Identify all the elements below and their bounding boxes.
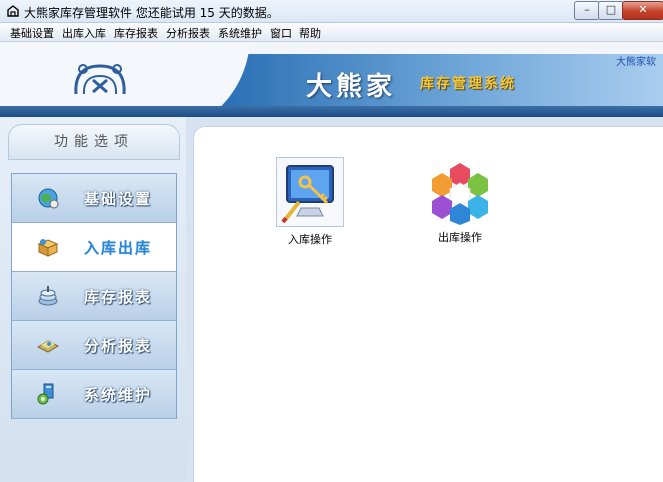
stack-report-icon (36, 284, 60, 308)
nav-item-basic-settings[interactable]: 基础设置 (12, 174, 176, 223)
close-button[interactable]: ✕ (622, 1, 663, 20)
menu-window[interactable]: 窗口 (270, 25, 292, 41)
panel-header: 功能选项 (8, 124, 180, 160)
globe-settings-icon (36, 186, 60, 210)
nav-label-stock-report: 库存报表 (84, 288, 153, 306)
nav-item-stock-report[interactable]: 库存报表 (12, 272, 176, 321)
nav-item-stock-in-out[interactable]: 入库出库 (12, 223, 176, 272)
monitor-key-icon (276, 157, 344, 227)
hexagon-cluster-icon (427, 157, 493, 225)
window-title: 大熊家库存管理软件 您还能试用 15 天的数据。 (24, 6, 279, 20)
box-stock-icon (36, 235, 60, 259)
nav-label-stock-in-out: 入库出库 (84, 239, 153, 257)
nav-item-analysis-report[interactable]: 分析报表 (12, 321, 176, 370)
banner-corner-text: 大熊家软 (616, 57, 656, 68)
function-nav-list: 基础设置 入库出库 库存报表 分析报表 系统维护 (11, 173, 177, 419)
menu-bar: 基础设置 出库入库 库存报表 分析报表 系统维护 窗口 帮助 (0, 23, 663, 42)
stock-in-operation-button[interactable]: 入库操作 (270, 157, 350, 247)
nav-item-system-maintenance[interactable]: 系统维护 (12, 370, 176, 419)
menu-stock-report[interactable]: 库存报表 (114, 25, 158, 41)
maximize-button[interactable]: □ (598, 1, 624, 20)
system-maintenance-icon (36, 382, 60, 406)
bear-logo-icon (70, 58, 130, 102)
function-panel: 功能选项 基础设置 入库出库 库存报表 分析报表 系统维护 (0, 117, 187, 481)
analysis-report-icon (36, 333, 60, 357)
title-bar: 大熊家库存管理软件 您还能试用 15 天的数据。 – □ ✕ (0, 0, 663, 23)
minimize-icon: – (584, 3, 590, 16)
stock-out-operation-label: 出库操作 (438, 231, 482, 244)
stock-in-operation-label: 入库操作 (288, 233, 332, 246)
minimize-button[interactable]: – (574, 1, 600, 20)
menu-system-maintenance[interactable]: 系统维护 (218, 25, 262, 41)
nav-label-system-maintenance: 系统维护 (84, 386, 153, 404)
menu-basic-settings[interactable]: 基础设置 (10, 25, 54, 41)
banner-subtitle: 库存管理系统 (420, 76, 516, 92)
menu-analysis-report[interactable]: 分析报表 (166, 25, 210, 41)
banner-title: 大熊家 (306, 72, 397, 102)
close-icon: ✕ (638, 3, 648, 16)
nav-label-basic-settings: 基础设置 (84, 190, 153, 208)
nav-label-analysis-report: 分析报表 (84, 337, 153, 355)
maximize-icon: □ (605, 3, 617, 16)
menu-stock-in-out[interactable]: 出库入库 (62, 25, 106, 41)
menu-help[interactable]: 帮助 (299, 25, 321, 41)
house-icon (6, 4, 20, 18)
stock-out-operation-button[interactable]: 出库操作 (420, 157, 500, 245)
